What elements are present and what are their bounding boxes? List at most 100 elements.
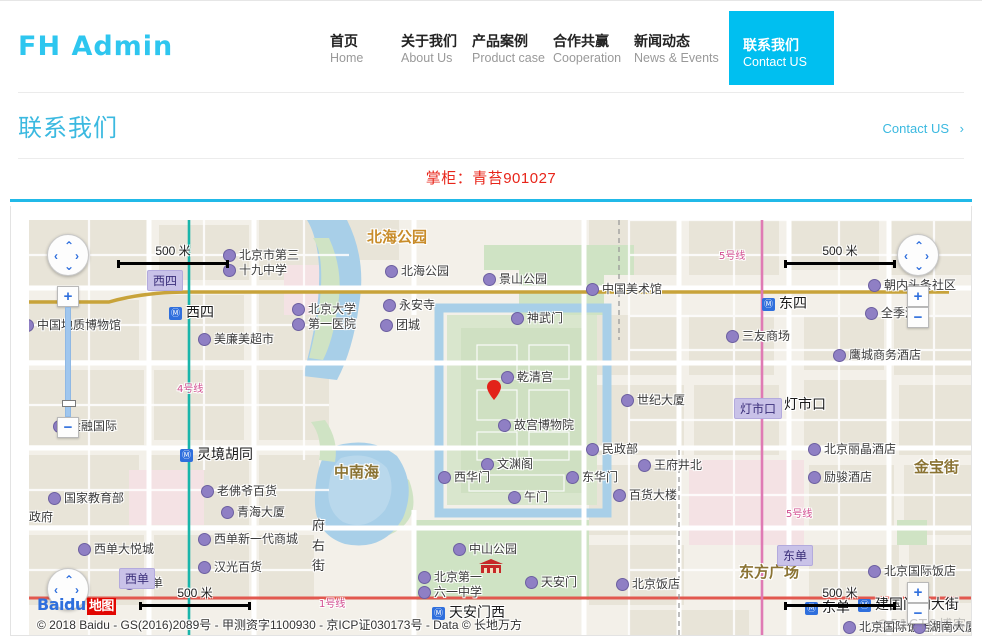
map-poi-icon xyxy=(833,349,846,362)
tiananmen-gate-icon xyxy=(479,559,503,573)
map-poi-icon xyxy=(483,273,496,286)
map-poi-icon xyxy=(48,492,61,505)
nav-item-label-cn: 合作共赢 xyxy=(553,33,609,49)
scale-label: 500 米 xyxy=(822,244,858,258)
zoom-slider-track[interactable] xyxy=(62,307,76,417)
map-poi-icon xyxy=(843,621,856,634)
map-poi-icon xyxy=(613,489,626,502)
nav-item-news-events[interactable]: 新闻动态 News & Events xyxy=(634,11,729,85)
title-divider xyxy=(18,158,964,159)
nav-item-label-cn: 关于我们 xyxy=(401,33,457,49)
breadcrumb-label: Contact US xyxy=(882,121,950,136)
nav-item-label-en: Cooperation xyxy=(553,51,622,65)
pan-up-icon[interactable]: ⌃ xyxy=(914,240,924,252)
page-title: 联系我们 xyxy=(18,115,118,142)
map-poi-icon xyxy=(616,578,629,591)
pan-down-icon[interactable]: ⌄ xyxy=(914,260,924,272)
nav-item-contact-us[interactable]: 联系我们 Contact US xyxy=(729,11,834,85)
zoom-in-button[interactable]: + xyxy=(57,286,79,307)
pan-left-icon[interactable]: ‹ xyxy=(904,250,908,262)
pan-right-icon[interactable]: › xyxy=(75,250,79,262)
map-poi-icon xyxy=(201,485,214,498)
map-poi-icon xyxy=(638,459,651,472)
metro-station-icon: Ⓜ xyxy=(180,449,193,462)
nav-item-cooperation[interactable]: 合作共赢 Cooperation xyxy=(553,11,634,85)
nav-item-label-en: Product case xyxy=(472,51,545,65)
map-poi-icon xyxy=(868,565,881,578)
map-poi-icon xyxy=(198,533,211,546)
map-poi-icon xyxy=(453,543,466,556)
zoom-control-top-right[interactable]: + − xyxy=(907,286,929,328)
nav-item-label-cn: 联系我们 xyxy=(743,37,799,53)
nav-item-home[interactable]: 首页 Home xyxy=(330,11,401,85)
pan-down-icon[interactable]: ⌄ xyxy=(64,260,74,272)
pan-up-icon[interactable]: ⌃ xyxy=(64,574,74,586)
zoom-out-button[interactable]: − xyxy=(907,307,929,328)
scale-bar-bottom-left: 500 米 xyxy=(139,584,251,610)
map-poi-icon xyxy=(868,279,881,292)
map-poi-icon xyxy=(525,576,538,589)
zoom-out-button[interactable]: − xyxy=(57,417,79,438)
map-poi-icon xyxy=(566,471,579,484)
zoom-control-left[interactable]: + − xyxy=(57,286,79,438)
map-poi-icon xyxy=(501,371,514,384)
map-poi-icon xyxy=(198,333,211,346)
pan-left-icon[interactable]: ‹ xyxy=(54,250,58,262)
map-poi-icon xyxy=(865,307,878,320)
zoom-slider-thumb[interactable] xyxy=(62,400,76,407)
nav-item-label-en: Home xyxy=(330,51,364,65)
map-poi-icon xyxy=(498,419,511,432)
nav-item-product-case[interactable]: 产品案例 Product case xyxy=(472,11,553,85)
nav-item-label-cn: 产品案例 xyxy=(472,33,528,49)
baidu-map[interactable]: 北海公园 北海公园 景山公园 中国美术馆 朝内头条社区 北京市第三 十九中学 永安寺 西四 Ⓜ 北京… xyxy=(29,220,971,635)
site-header: FH Admin 首页 Home 关于我们 About Us 产品案例 Prod… xyxy=(0,1,982,93)
zoom-in-button[interactable]: + xyxy=(907,582,929,603)
pan-right-icon[interactable]: › xyxy=(925,250,929,262)
nav-item-label-cn: 首页 xyxy=(330,33,358,49)
location-marker-icon[interactable] xyxy=(487,380,501,400)
pan-control-top-left[interactable]: ⌃ ⌄ ‹ › xyxy=(47,234,89,276)
scale-label: 500 米 xyxy=(177,586,213,600)
map-copyright: © 2018 Baidu - GS(2016)2089号 - 甲测资字11009… xyxy=(37,618,523,632)
map-poi-icon xyxy=(438,471,451,484)
nav-item-about-us[interactable]: 关于我们 About Us xyxy=(401,11,472,85)
breadcrumb[interactable]: Contact US › xyxy=(883,121,964,136)
map-poi-icon xyxy=(481,458,494,471)
map-poi-icon xyxy=(380,319,393,332)
map-poi-icon xyxy=(292,303,305,316)
site-logo[interactable]: FH Admin xyxy=(18,31,173,62)
chevron-right-icon: › xyxy=(959,121,964,136)
map-poi-icon xyxy=(726,330,739,343)
map-poi-icon xyxy=(292,318,305,331)
scale-label: 500 米 xyxy=(822,586,858,600)
nav-item-label-cn: 新闻动态 xyxy=(634,33,690,49)
zoom-out-button[interactable]: − xyxy=(907,603,929,624)
nav-item-label-en: News & Events xyxy=(634,51,719,65)
metro-station-icon: Ⓜ xyxy=(169,307,182,320)
metro-station-box[interactable]: 西四 xyxy=(147,270,184,291)
map-poi-icon xyxy=(586,443,599,456)
main-navigation: 首页 Home 关于我们 About Us 产品案例 Product case … xyxy=(330,11,834,85)
metro-station-box[interactable]: 东单 xyxy=(777,545,814,566)
map-poi-icon xyxy=(385,265,398,278)
page-root: FH Admin 首页 Home 关于我们 About Us 产品案例 Prod… xyxy=(0,0,982,642)
metro-station-icon: Ⓜ xyxy=(762,298,775,311)
zoom-control-bottom-right[interactable]: + − xyxy=(907,582,929,624)
map-poi-icon xyxy=(511,312,524,325)
map-poi-icon xyxy=(621,394,634,407)
nav-item-label-en: About Us xyxy=(401,51,453,65)
baidu-logo[interactable]: Baidu 地图 xyxy=(37,595,116,615)
zoom-in-button[interactable]: + xyxy=(907,286,929,307)
map-poi-icon xyxy=(808,471,821,484)
metro-station-box[interactable]: 灯市口 xyxy=(734,398,783,419)
pan-control-top-right[interactable]: ⌃ ⌄ ‹ › xyxy=(897,234,939,276)
map-poi-icon xyxy=(586,283,599,296)
scale-bar-bottom-right: 500 米 xyxy=(784,584,896,610)
map-poi-icon xyxy=(78,543,91,556)
pan-up-icon[interactable]: ⌃ xyxy=(64,240,74,252)
map-poi-icon xyxy=(198,561,211,574)
map-container: 北海公园 北海公园 景山公园 中国美术馆 朝内头条社区 北京市第三 十九中学 永安寺 西四 Ⓜ 北京… xyxy=(10,206,972,636)
map-poi-icon xyxy=(418,586,431,599)
map-poi-icon xyxy=(808,443,821,456)
scale-label: 500 米 xyxy=(155,244,191,258)
